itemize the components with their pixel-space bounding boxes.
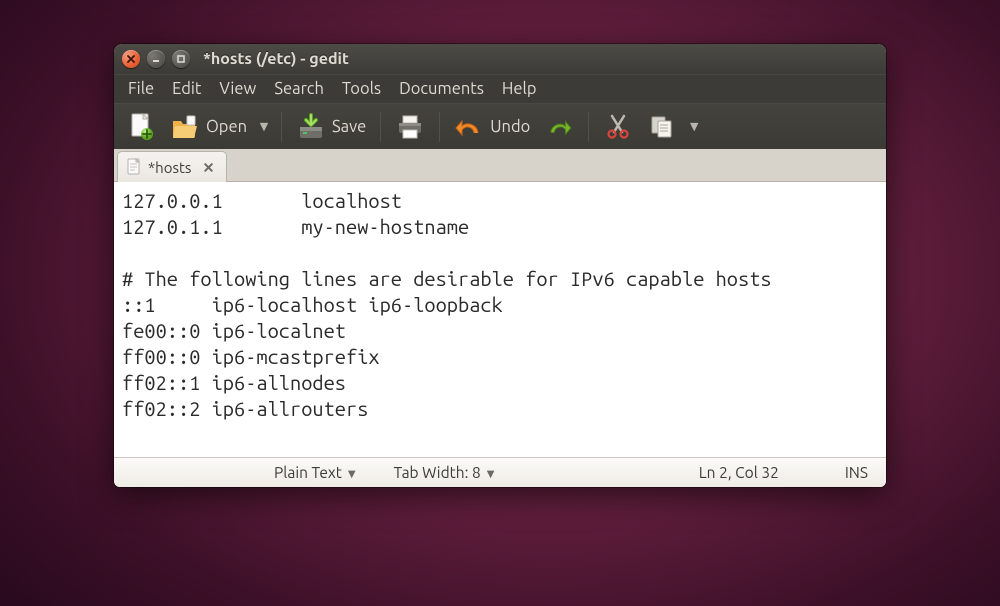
- tab-width-selector[interactable]: Tab Width: 8 ▼: [386, 464, 503, 481]
- copy-icon: [647, 112, 677, 142]
- undo-label: Undo: [490, 118, 530, 136]
- minimize-icon: [151, 54, 161, 64]
- redo-icon: [544, 112, 574, 142]
- toolbar: Open ▼ Save: [114, 103, 886, 149]
- maximize-button[interactable]: [172, 50, 190, 68]
- redo-button[interactable]: [538, 106, 580, 148]
- separator: [439, 112, 440, 142]
- menu-tools[interactable]: Tools: [334, 77, 389, 101]
- menu-edit[interactable]: Edit: [164, 77, 209, 101]
- open-icon: [170, 112, 200, 142]
- tab-label: *hosts: [148, 159, 191, 176]
- toolbar-overflow[interactable]: ▼: [685, 106, 703, 148]
- print-icon: [395, 112, 425, 142]
- chevron-down-icon: ▼: [348, 468, 356, 480]
- document-icon: [126, 158, 142, 176]
- print-button[interactable]: [389, 106, 431, 148]
- close-icon: [203, 162, 214, 173]
- open-button[interactable]: Open: [164, 106, 253, 148]
- undo-button[interactable]: Undo: [448, 106, 536, 148]
- syntax-mode-selector[interactable]: Plain Text ▼: [266, 464, 364, 481]
- open-dropdown[interactable]: ▼: [255, 106, 273, 148]
- chevron-down-icon: ▼: [487, 468, 495, 480]
- close-icon: [126, 54, 136, 64]
- menu-documents[interactable]: Documents: [391, 77, 492, 101]
- menu-search[interactable]: Search: [266, 77, 332, 101]
- open-label: Open: [206, 118, 247, 136]
- menu-view[interactable]: View: [211, 77, 264, 101]
- document-tab[interactable]: *hosts: [117, 151, 227, 182]
- tab-close-button[interactable]: [201, 160, 216, 175]
- menu-file[interactable]: File: [120, 77, 162, 101]
- maximize-icon: [176, 54, 186, 64]
- save-button[interactable]: Save: [290, 106, 372, 148]
- window-title: *hosts (/etc) - gedit: [203, 50, 349, 68]
- close-button[interactable]: [122, 50, 140, 68]
- cut-icon: [603, 112, 633, 142]
- editor-area[interactable]: 127.0.0.1 localhost 127.0.1.1 my-new-hos…: [114, 182, 886, 457]
- undo-icon: [454, 112, 484, 142]
- statusbar: Plain Text ▼ Tab Width: 8 ▼ Ln 2, Col 32…: [114, 457, 886, 487]
- menu-help[interactable]: Help: [494, 77, 545, 101]
- chevron-down-icon: ▼: [690, 120, 698, 133]
- tab-width-label: Tab Width: 8: [394, 464, 481, 481]
- insert-mode[interactable]: INS: [837, 464, 876, 481]
- save-label: Save: [332, 118, 366, 136]
- cursor-position: Ln 2, Col 32: [691, 464, 787, 481]
- separator: [380, 112, 381, 142]
- gedit-window: *hosts (/etc) - gedit File Edit View Sea…: [114, 44, 886, 487]
- menubar: File Edit View Search Tools Documents He…: [114, 74, 886, 103]
- insert-mode-label: INS: [845, 464, 868, 481]
- new-document-icon: [126, 112, 156, 142]
- cut-button[interactable]: [597, 106, 639, 148]
- new-document-button[interactable]: [120, 106, 162, 148]
- cursor-position-label: Ln 2, Col 32: [699, 464, 779, 481]
- tabbar: *hosts: [114, 149, 886, 182]
- copy-button[interactable]: [641, 106, 683, 148]
- separator: [588, 112, 589, 142]
- save-icon: [296, 112, 326, 142]
- titlebar: *hosts (/etc) - gedit: [114, 44, 886, 74]
- separator: [281, 112, 282, 142]
- chevron-down-icon: ▼: [260, 120, 268, 133]
- minimize-button[interactable]: [147, 50, 165, 68]
- syntax-mode-label: Plain Text: [274, 464, 342, 481]
